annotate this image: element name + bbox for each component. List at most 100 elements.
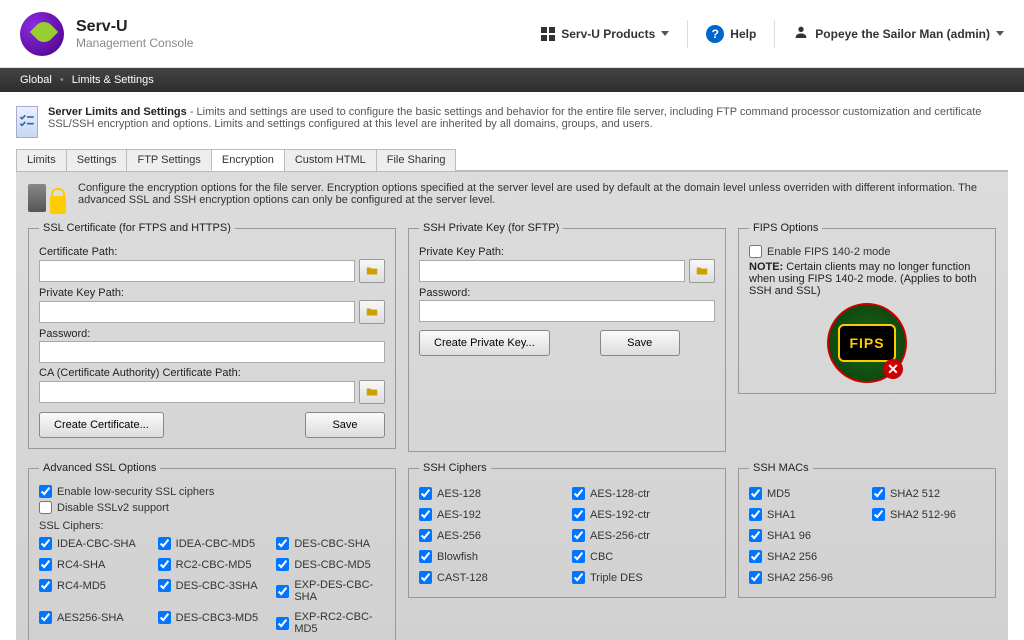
cipher-checkbox[interactable]	[158, 537, 171, 550]
cipher-checkbox[interactable]	[572, 508, 585, 521]
low-sec-checkbox[interactable]: Enable low-security SSL ciphers	[39, 485, 385, 498]
cipher-aes-192-ctr[interactable]: AES-192-ctr	[572, 508, 715, 521]
cipher-checkbox[interactable]	[572, 487, 585, 500]
cipher-sha2-512-96[interactable]: SHA2 512-96	[872, 508, 985, 521]
cipher-checkbox[interactable]	[419, 487, 432, 500]
cipher-checkbox[interactable]	[572, 550, 585, 563]
cipher-cast-128[interactable]: CAST-128	[419, 571, 562, 584]
cipher-sha1[interactable]: SHA1	[749, 508, 862, 521]
ssl-password-input[interactable]	[39, 341, 385, 363]
cipher-rc4-sha[interactable]: RC4-SHA	[39, 558, 148, 571]
cipher-checkbox[interactable]	[276, 617, 289, 630]
cipher-exp-rc2-cbc-md5[interactable]: EXP-RC2-CBC-MD5	[276, 611, 385, 635]
ssh-password-input[interactable]	[419, 300, 715, 322]
cipher-checkbox[interactable]	[572, 529, 585, 542]
cipher-aes-256[interactable]: AES-256	[419, 529, 562, 542]
create-cert-button[interactable]: Create Certificate...	[39, 412, 164, 438]
cipher-md5[interactable]: MD5	[749, 487, 862, 500]
browse-ssh-key-button[interactable]	[689, 259, 715, 283]
cipher-checkbox[interactable]	[749, 487, 762, 500]
save-ssh-button[interactable]: Save	[600, 330, 680, 356]
cipher-checkbox[interactable]	[419, 529, 432, 542]
browse-cert-button[interactable]	[359, 259, 385, 283]
cipher-checkbox[interactable]	[276, 537, 289, 550]
browse-ca-button[interactable]	[359, 380, 385, 404]
cipher-aes256-sha[interactable]: AES256-SHA	[39, 611, 148, 624]
cipher-blowfish[interactable]: Blowfish	[419, 550, 562, 563]
cipher-cbc[interactable]: CBC	[572, 550, 715, 563]
enable-fips-checkbox[interactable]: Enable FIPS 140-2 mode	[749, 245, 985, 258]
cipher-sha2-512[interactable]: SHA2 512	[872, 487, 985, 500]
cipher-sha1-96[interactable]: SHA1 96	[749, 529, 862, 542]
disable-sslv2-input[interactable]	[39, 501, 52, 514]
ssh-macs-legend: SSH MACs	[749, 462, 813, 474]
cipher-sha2-256[interactable]: SHA2 256	[749, 550, 862, 563]
tab-ftp-settings[interactable]: FTP Settings	[126, 149, 211, 171]
cipher-checkbox[interactable]	[158, 558, 171, 571]
create-privkey-button[interactable]: Create Private Key...	[419, 330, 550, 356]
cipher-aes-256-ctr[interactable]: AES-256-ctr	[572, 529, 715, 542]
cipher-rc4-md5[interactable]: RC4-MD5	[39, 579, 148, 592]
tab-settings[interactable]: Settings	[66, 149, 128, 171]
tab-custom-html[interactable]: Custom HTML	[284, 149, 377, 171]
cipher-checkbox[interactable]	[158, 579, 171, 592]
enable-fips-input[interactable]	[749, 245, 762, 258]
cipher-checkbox[interactable]	[276, 585, 289, 598]
help-icon: ?	[706, 25, 724, 43]
cipher-des-cbc-md5[interactable]: DES-CBC-MD5	[276, 558, 385, 571]
cipher-checkbox[interactable]	[39, 611, 52, 624]
cipher-label: DES-CBC-SHA	[294, 538, 370, 550]
save-ssl-button[interactable]: Save	[305, 412, 385, 438]
ssh-ciphers-fieldset: SSH Ciphers AES-128AES-128-ctrAES-192AES…	[408, 462, 726, 598]
cipher-checkbox[interactable]	[749, 550, 762, 563]
tab-limits[interactable]: Limits	[16, 149, 67, 171]
cipher-sha2-256-96[interactable]: SHA2 256-96	[749, 571, 862, 584]
cipher-checkbox[interactable]	[419, 571, 432, 584]
cipher-checkbox[interactable]	[158, 611, 171, 624]
password-label: Password:	[39, 328, 385, 340]
cipher-exp-des-cbc-sha[interactable]: EXP-DES-CBC-SHA	[276, 579, 385, 603]
cipher-label: IDEA-CBC-MD5	[176, 538, 255, 550]
cipher-checkbox[interactable]	[872, 487, 885, 500]
cipher-checkbox[interactable]	[39, 579, 52, 592]
ca-path-input[interactable]	[39, 381, 355, 403]
cipher-checkbox[interactable]	[276, 558, 289, 571]
cipher-label: SHA2 256-96	[767, 572, 833, 584]
caret-down-icon	[996, 31, 1004, 36]
cipher-rc2-cbc-md5[interactable]: RC2-CBC-MD5	[158, 558, 267, 571]
breadcrumb-root[interactable]: Global	[20, 74, 52, 86]
cipher-des-cbc-sha[interactable]: DES-CBC-SHA	[276, 537, 385, 550]
cipher-checkbox[interactable]	[749, 529, 762, 542]
cipher-aes-128-ctr[interactable]: AES-128-ctr	[572, 487, 715, 500]
priv-key-input[interactable]	[39, 301, 355, 323]
ssh-macs-fieldset: SSH MACs MD5 SHA2 512 SHA1 SHA2 512-96 SHA1 …	[738, 462, 996, 598]
cipher-checkbox[interactable]	[572, 571, 585, 584]
help-link[interactable]: ? Help	[706, 25, 756, 43]
cipher-checkbox[interactable]	[419, 508, 432, 521]
products-menu[interactable]: Serv-U Products	[541, 27, 669, 41]
cipher-des-cbc-3sha[interactable]: DES-CBC-3SHA	[158, 579, 267, 592]
cipher-des-cbc3-md5[interactable]: DES-CBC3-MD5	[158, 611, 267, 624]
cipher-checkbox[interactable]	[872, 508, 885, 521]
cipher-checkbox[interactable]	[419, 550, 432, 563]
cipher-checkbox[interactable]	[749, 508, 762, 521]
cipher-triple-des[interactable]: Triple DES	[572, 571, 715, 584]
cipher-idea-cbc-md5[interactable]: IDEA-CBC-MD5	[158, 537, 267, 550]
browse-privkey-button[interactable]	[359, 300, 385, 324]
low-sec-label: Enable low-security SSL ciphers	[57, 486, 214, 498]
low-sec-input[interactable]	[39, 485, 52, 498]
cert-path-input[interactable]	[39, 260, 355, 282]
disable-sslv2-checkbox[interactable]: Disable SSLv2 support	[39, 501, 385, 514]
user-menu[interactable]: Popeye the Sailor Man (admin)	[793, 24, 1004, 43]
cipher-checkbox[interactable]	[39, 558, 52, 571]
tab-file-sharing[interactable]: File Sharing	[376, 149, 457, 171]
cipher-idea-cbc-sha[interactable]: IDEA-CBC-SHA	[39, 537, 148, 550]
ssl-cert-legend: SSL Certificate (for FTPS and HTTPS)	[39, 222, 235, 234]
cipher-label: AES-128	[437, 488, 481, 500]
cipher-checkbox[interactable]	[39, 537, 52, 550]
tab-encryption[interactable]: Encryption	[211, 149, 285, 171]
cipher-aes-128[interactable]: AES-128	[419, 487, 562, 500]
cipher-checkbox[interactable]	[749, 571, 762, 584]
ssh-privkey-input[interactable]	[419, 260, 685, 282]
cipher-aes-192[interactable]: AES-192	[419, 508, 562, 521]
